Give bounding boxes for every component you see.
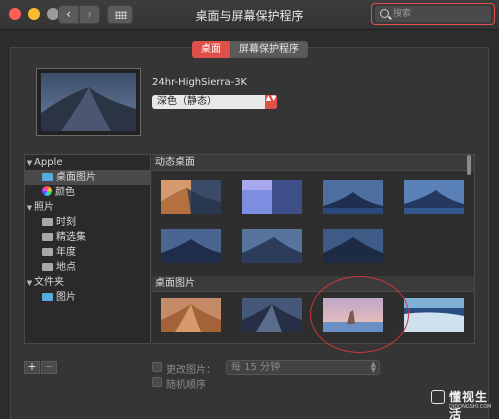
sidebar-group-label: 文件夹 — [34, 277, 64, 288]
tab-desktop[interactable]: 桌面 — [192, 41, 230, 58]
disclosure-triangle-icon: ▼ — [26, 159, 33, 167]
sidebar-item-label: 时刻 — [56, 217, 76, 228]
sidebar-group-label: Apple — [34, 157, 63, 168]
sidebar-item-places[interactable]: 地点 — [25, 260, 150, 275]
disclosure-triangle-icon: ▼ — [26, 279, 33, 287]
sidebar-group-apple[interactable]: ▼ Apple — [25, 155, 150, 170]
random-order-label: 随机顺序 — [166, 380, 206, 391]
chevron-updown-icon: ▲▼ — [370, 360, 376, 374]
wallpaper-thumbnail[interactable] — [161, 298, 221, 332]
remove-folder-button[interactable]: − — [41, 361, 57, 374]
disclosure-triangle-icon: ▼ — [26, 204, 33, 212]
folder-icon — [42, 263, 53, 271]
folder-icon — [42, 248, 53, 256]
sidebar-item-collections[interactable]: 精选集 — [25, 230, 150, 245]
wallpaper-name: 24hr-HighSierra-3K — [152, 77, 248, 88]
chevron-updown-icon: ▲▼ — [265, 95, 277, 109]
change-interval-value: 每 15 分钟 — [231, 362, 281, 373]
sidebar-item-label: 精选集 — [56, 232, 86, 243]
search-input[interactable] — [393, 7, 483, 21]
tab-screensaver[interactable]: 屏幕保护程序 — [230, 41, 308, 58]
folder-icon — [42, 233, 53, 241]
sidebar-item-label: 颜色 — [55, 187, 75, 198]
wallpaper-thumbnail[interactable] — [404, 180, 464, 214]
wallpaper-thumbnail[interactable] — [323, 229, 383, 263]
grid-scrollbar[interactable] — [467, 155, 471, 175]
wallpaper-thumbnail[interactable] — [404, 298, 464, 332]
sidebar-item-label: 地点 — [56, 262, 76, 273]
folder-icon — [42, 218, 53, 226]
wallpaper-thumbnail[interactable] — [242, 229, 302, 263]
search-field-inner — [375, 6, 491, 22]
sidebar-item-moments[interactable]: 时刻 — [25, 215, 150, 230]
wallpaper-thumbnail[interactable] — [323, 180, 383, 214]
change-picture-label: 更改图片： — [166, 365, 216, 376]
section-header-pictures: 桌面图片 — [152, 276, 474, 292]
title-bar: ‹ › 桌面与屏幕保护程序 — [0, 0, 499, 30]
change-picture-checkbox[interactable] — [152, 362, 162, 372]
sidebar-group-photos[interactable]: ▼ 照片 — [25, 200, 150, 215]
wallpaper-thumbnail[interactable] — [242, 180, 302, 214]
wallpaper-thumbnail[interactable] — [161, 180, 221, 214]
wallpaper-preview-image — [41, 73, 136, 131]
watermark: 懂视生活 DIDONGSHI.COM — [431, 388, 495, 419]
folder-icon — [42, 293, 53, 301]
search-field[interactable] — [371, 3, 495, 25]
sidebar-item-colors[interactable]: 颜色 — [25, 185, 150, 200]
watermark-logo-icon — [431, 390, 445, 404]
add-folder-button[interactable]: + — [24, 361, 40, 374]
folder-icon — [42, 173, 53, 181]
source-sidebar: ▼ Apple 桌面图片 颜色 ▼ 照片 时刻 精选集 年度 地点 ▼ 文件夹 图片 — [24, 154, 151, 344]
sidebar-item-desktop-pictures[interactable]: 桌面图片 — [25, 170, 150, 185]
appearance-mode-value: 深色（静态） — [157, 96, 217, 107]
wallpaper-thumbnail[interactable] — [242, 298, 302, 332]
search-icon — [380, 9, 389, 18]
change-interval-select[interactable]: 每 15 分钟 ▲ ▼ — [226, 360, 380, 375]
tab-control: 桌面 屏幕保护程序 — [192, 41, 308, 58]
sidebar-item-label: 桌面图片 — [56, 172, 96, 183]
wallpaper-thumbnail[interactable] — [161, 229, 221, 263]
section-header-dynamic: 动态桌面 — [152, 155, 474, 171]
highlight-annotation-oval — [310, 276, 409, 353]
sidebar-item-label: 图片 — [56, 292, 76, 303]
sidebar-item-label: 年度 — [56, 247, 76, 258]
watermark-subtext: DIDONGSHI.COM — [449, 404, 492, 410]
random-order-checkbox[interactable] — [152, 377, 162, 387]
sidebar-item-pictures[interactable]: 图片 — [25, 290, 150, 305]
current-wallpaper-preview — [36, 68, 141, 136]
color-wheel-icon — [42, 186, 52, 196]
sidebar-item-years[interactable]: 年度 — [25, 245, 150, 260]
appearance-mode-select[interactable]: 深色（静态） ▲▼ — [152, 95, 277, 109]
sidebar-group-label: 照片 — [34, 202, 54, 213]
sidebar-group-folders[interactable]: ▼ 文件夹 — [25, 275, 150, 290]
